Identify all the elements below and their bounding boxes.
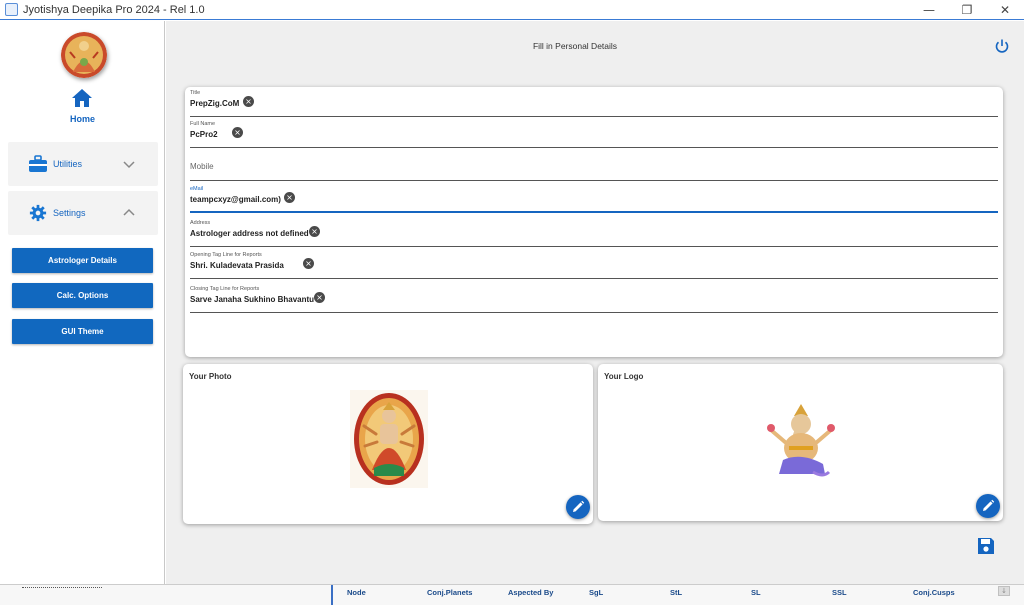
home-label[interactable]: Home — [0, 114, 165, 124]
edit-logo-button[interactable] — [976, 494, 1000, 518]
full-name-field[interactable]: Full Name PcPro2 × — [190, 118, 998, 148]
window-titlebar: Jyotishya Deepika Pro 2024 - Rel 1.0 — ❐… — [0, 0, 1024, 20]
minimize-button[interactable]: — — [910, 0, 948, 20]
full-name-field-label: Full Name — [190, 121, 216, 127]
edit-photo-button[interactable] — [566, 495, 590, 519]
settings-label: Settings — [53, 208, 86, 218]
email-field-label: eMail — [190, 186, 204, 192]
personal-details-form: Title PrepZig.CoM × Full Name PcPro2 × M… — [185, 87, 1003, 357]
save-icon[interactable] — [976, 536, 996, 556]
column-aspected-by[interactable]: Aspected By — [508, 588, 553, 597]
column-stl[interactable]: StL — [670, 588, 682, 597]
clear-closing-tagline-button[interactable]: × — [314, 292, 325, 303]
calc-options-button[interactable]: Calc. Options — [12, 283, 153, 308]
deity-avatar — [61, 32, 107, 78]
column-sl[interactable]: SL — [751, 588, 761, 597]
restore-button[interactable]: ❐ — [948, 0, 986, 20]
gear-icon — [29, 204, 47, 222]
power-icon[interactable] — [994, 38, 1010, 54]
sidebar: Home Utilities Settings Astrologer Detai… — [0, 21, 165, 584]
settings-section[interactable]: Settings — [8, 191, 158, 235]
opening-tagline-field[interactable]: Opening Tag Line for Reports Shri. Kulad… — [190, 249, 998, 279]
full-name-field-value[interactable]: PcPro2 — [190, 130, 218, 139]
opening-tagline-field-label: Opening Tag Line for Reports — [190, 252, 262, 258]
address-field-value[interactable]: Astrologer address not defined — [190, 229, 309, 238]
deity-photo — [350, 390, 428, 488]
column-ssl[interactable]: SSL — [832, 588, 847, 597]
chevron-down-icon[interactable] — [122, 157, 136, 171]
logo-card: Your Logo — [598, 364, 1003, 521]
closing-tagline-field[interactable]: Closing Tag Line for Reports Sarve Janah… — [190, 283, 998, 313]
close-button[interactable]: ✕ — [986, 0, 1024, 20]
status-divider — [331, 585, 333, 605]
title-field-label: Title — [190, 90, 201, 96]
chevron-up-icon[interactable] — [122, 206, 136, 220]
clear-address-button[interactable]: × — [309, 226, 320, 237]
app-icon — [5, 3, 18, 16]
mobile-field[interactable]: Mobile — [190, 151, 998, 181]
column-conj-cusps[interactable]: Conj.Cusps — [913, 588, 955, 597]
email-field-value[interactable]: teampcxyz@gmail.com) — [190, 195, 281, 204]
clear-opening-tagline-button[interactable]: × — [303, 258, 314, 269]
clear-full-name-button[interactable]: × — [232, 127, 243, 138]
home-icon[interactable] — [71, 88, 93, 108]
column-conj-planets[interactable]: Conj.Planets — [427, 588, 472, 597]
photo-card: Your Photo — [183, 364, 593, 524]
utilities-section[interactable]: Utilities — [8, 142, 158, 186]
window-title: Jyotishya Deepika Pro 2024 - Rel 1.0 — [23, 3, 205, 16]
photo-card-title: Your Photo — [189, 372, 232, 381]
scroll-down-icon[interactable]: ↓ — [998, 586, 1010, 596]
email-field[interactable]: eMail teampcxyz@gmail.com) × — [190, 183, 998, 213]
utilities-label: Utilities — [53, 159, 83, 169]
closing-tagline-field-label: Closing Tag Line for Reports — [190, 286, 260, 292]
clear-title-button[interactable]: × — [243, 96, 254, 107]
ganesha-logo — [767, 404, 835, 477]
column-node[interactable]: Node — [347, 588, 366, 597]
title-field-value[interactable]: PrepZig.CoM — [190, 99, 239, 108]
window-controls: — ❐ ✕ — [910, 0, 1024, 20]
closing-tagline-field-value[interactable]: Sarve Janaha Sukhino Bhavantu — [190, 295, 314, 304]
logo-card-title: Your Logo — [604, 372, 644, 381]
astrologer-details-button[interactable]: Astrologer Details — [12, 248, 153, 273]
column-sgl[interactable]: SgL — [589, 588, 603, 597]
pencil-icon — [983, 499, 995, 511]
main-panel: Fill in Personal Details Title PrepZig.C… — [166, 21, 1024, 584]
page-title: Fill in Personal Details — [532, 41, 618, 51]
address-field-label: Address — [190, 220, 211, 226]
status-dots — [22, 582, 102, 588]
toolbox-icon — [29, 155, 47, 172]
mobile-field-placeholder[interactable]: Mobile — [190, 162, 214, 171]
address-field[interactable]: Address Astrologer address not defined × — [190, 217, 998, 247]
title-field[interactable]: Title PrepZig.CoM × — [190, 87, 998, 117]
opening-tagline-field-value[interactable]: Shri. Kuladevata Prasida — [190, 261, 284, 270]
clear-email-button[interactable]: × — [284, 192, 295, 203]
gui-theme-button[interactable]: GUI Theme — [12, 319, 153, 344]
chart-columns-bar: Node Conj.Planets Aspected By SgL StL SL… — [0, 584, 1024, 605]
pencil-icon — [573, 500, 585, 512]
